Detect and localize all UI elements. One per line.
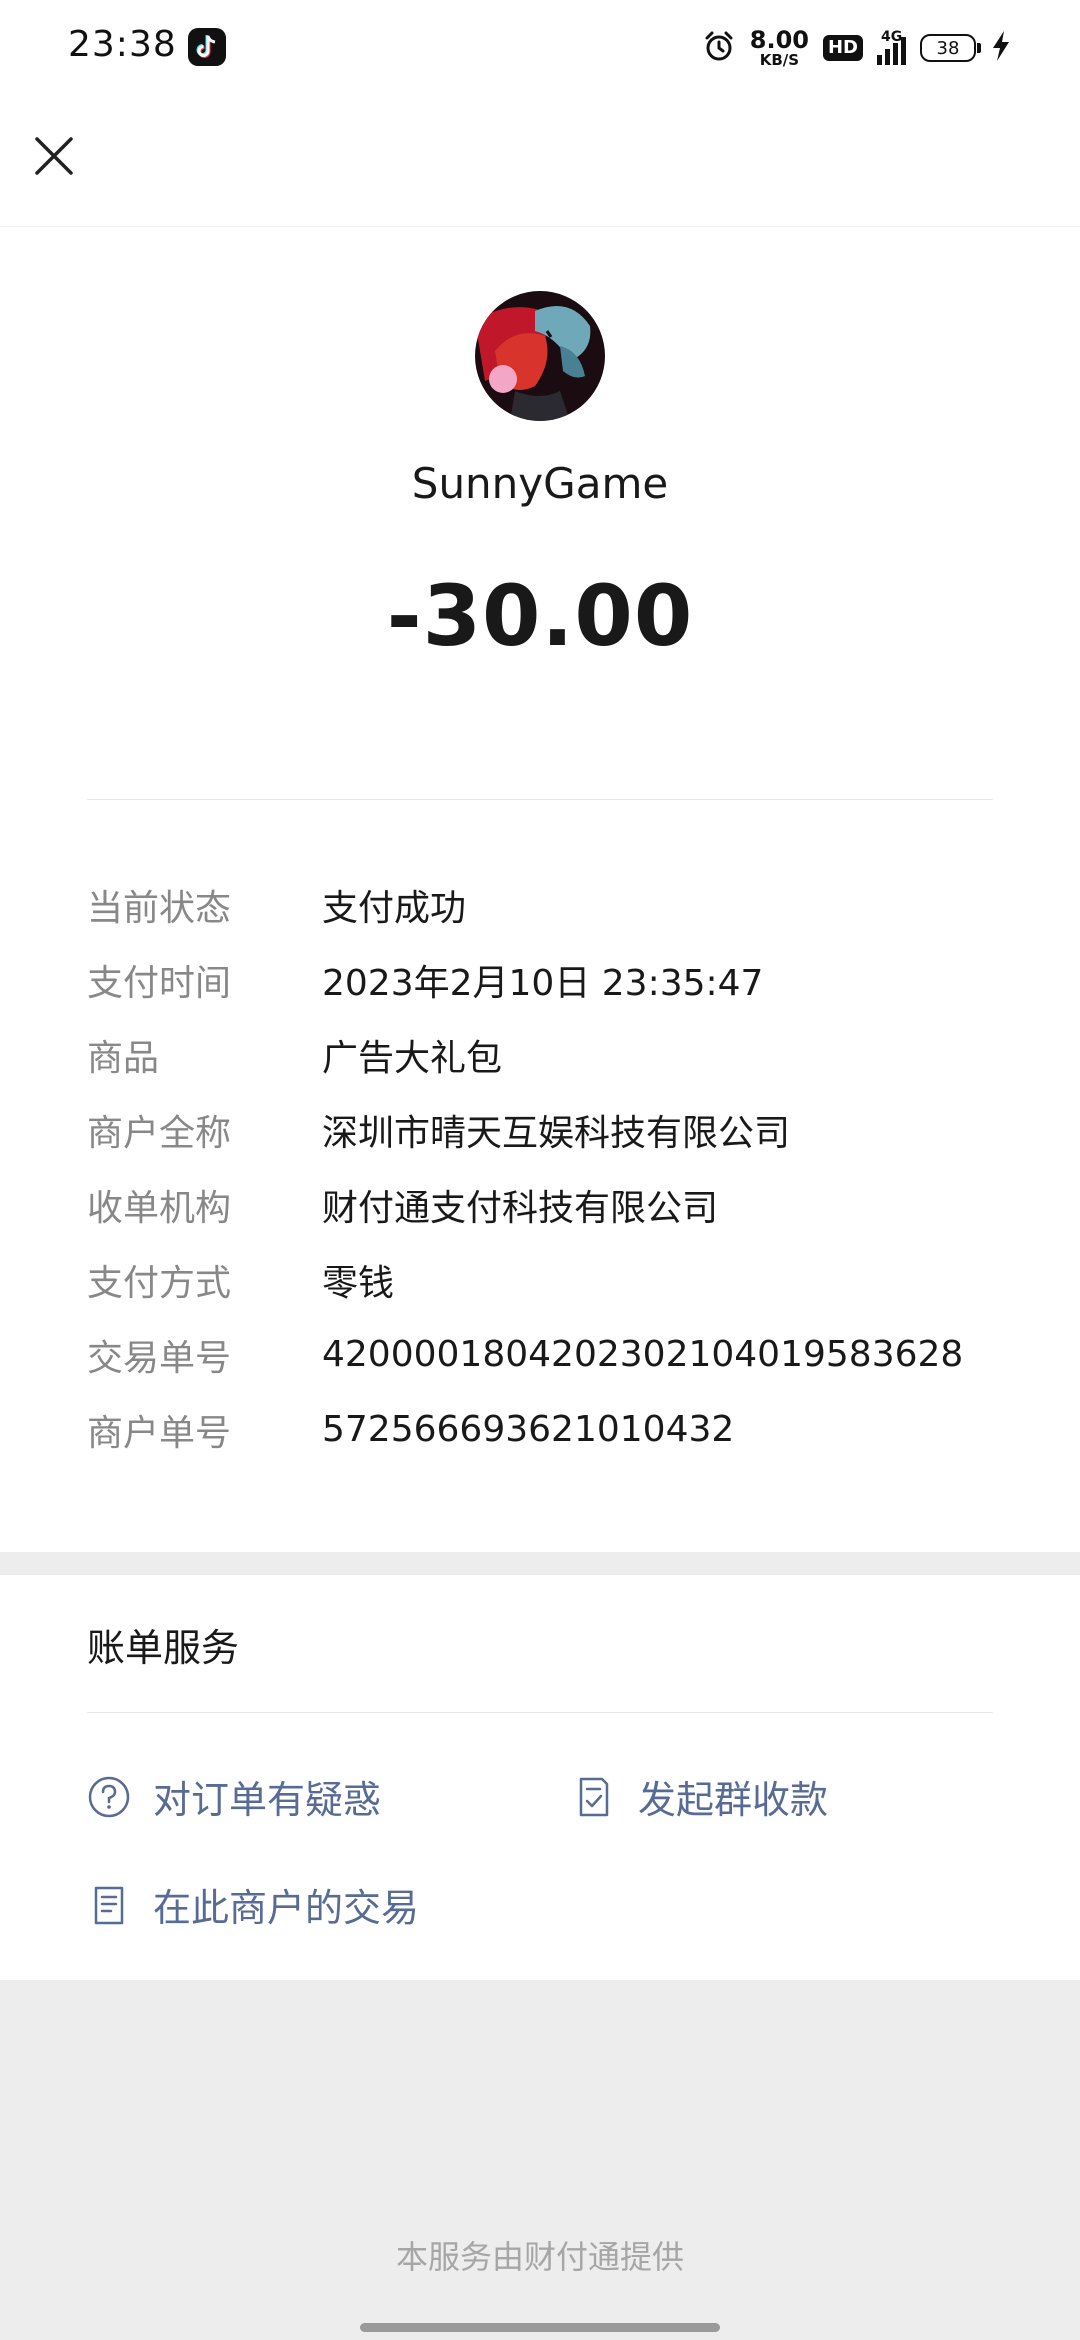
merchant-avatar (475, 291, 605, 421)
status-icons: 8.00 KB/S HD 4G 38 (702, 20, 1012, 76)
network-speed-unit: KB/S (759, 51, 800, 69)
bill-services-card: 账单服务 对订单有疑惑 发起群收款 在此商户的交易 (0, 1575, 1080, 1980)
divider (87, 799, 993, 800)
hd-badge: HD (822, 35, 863, 61)
divider (87, 1712, 993, 1713)
detail-label: 商品 (87, 1037, 160, 1079)
footer-provider-text: 本服务由财付通提供 (395, 2238, 684, 2276)
status-time: 23:38 (68, 24, 177, 65)
network-speed-value: 8.00 (749, 26, 809, 54)
merchant-transactions-link[interactable]: 在此商户的交易 (87, 1877, 419, 1932)
detail-label: 收单机构 (87, 1187, 232, 1229)
battery-icon: 38 (920, 34, 981, 62)
close-icon (35, 137, 73, 175)
detail-row-product: 商品 广告大礼包 (87, 1017, 993, 1092)
network-speed: 8.00 KB/S (750, 28, 809, 68)
top-nav (0, 96, 1080, 227)
payment-amount: -30.00 (386, 567, 694, 665)
detail-value: 2023年2月10日 23:35:47 (322, 962, 764, 1004)
detail-row-merchant-order-id: 商户单号 572566693621010432 (87, 1392, 993, 1467)
tiktok-icon (188, 28, 226, 66)
order-question-label: 对订单有疑惑 (153, 1778, 382, 1822)
document-icon (87, 1883, 131, 1927)
detail-value: 广告大礼包 (322, 1037, 503, 1079)
alarm-icon (702, 29, 736, 67)
detail-label: 支付时间 (87, 962, 232, 1004)
detail-value: 零钱 (322, 1262, 395, 1304)
payment-detail-card: SunnyGame -30.00 当前状态 支付成功 支付时间 2023年2月1… (0, 227, 1080, 1552)
detail-list: 当前状态 支付成功 支付时间 2023年2月10日 23:35:47 商品 广告… (87, 867, 993, 1467)
detail-label: 当前状态 (87, 887, 232, 929)
signal-icon: 4G (877, 29, 906, 65)
network-type: 4G (881, 29, 903, 45)
receipt-check-icon (572, 1775, 616, 1819)
detail-row-payment-method: 支付方式 零钱 (87, 1242, 993, 1317)
question-circle-icon (87, 1775, 131, 1819)
detail-value: 深圳市晴天互娱科技有限公司 (322, 1112, 791, 1154)
detail-value: 支付成功 (322, 887, 467, 929)
group-collection-link[interactable]: 发起群收款 (572, 1769, 828, 1824)
detail-row-status: 当前状态 支付成功 (87, 867, 993, 942)
order-question-link[interactable]: 对订单有疑惑 (87, 1769, 381, 1824)
detail-value: 财付通支付科技有限公司 (322, 1187, 719, 1229)
charging-icon (990, 30, 1012, 66)
detail-row-payment-time: 支付时间 2023年2月10日 23:35:47 (87, 942, 993, 1017)
detail-value: 4200001804202302104019583628 (322, 1334, 964, 1375)
status-bar: 23:38 8.00 KB/S HD 4G 38 (0, 0, 1080, 96)
detail-label: 商户全称 (87, 1112, 232, 1154)
detail-row-transaction-id: 交易单号 4200001804202302104019583628 (87, 1317, 993, 1392)
detail-label: 支付方式 (87, 1262, 232, 1304)
detail-value: 572566693621010432 (322, 1409, 735, 1450)
detail-row-acquirer: 收单机构 财付通支付科技有限公司 (87, 1167, 993, 1242)
services-title: 账单服务 (87, 1626, 240, 1670)
detail-row-merchant-fullname: 商户全称 深圳市晴天互娱科技有限公司 (87, 1092, 993, 1167)
home-indicator[interactable] (360, 2323, 720, 2332)
group-collection-label: 发起群收款 (638, 1778, 829, 1822)
detail-label: 交易单号 (87, 1337, 232, 1379)
merchant-transactions-label: 在此商户的交易 (153, 1886, 420, 1930)
battery-level: 38 (936, 37, 960, 59)
detail-label: 商户单号 (87, 1412, 232, 1454)
close-button[interactable] (24, 126, 84, 186)
merchant-name: SunnyGame (411, 459, 669, 508)
